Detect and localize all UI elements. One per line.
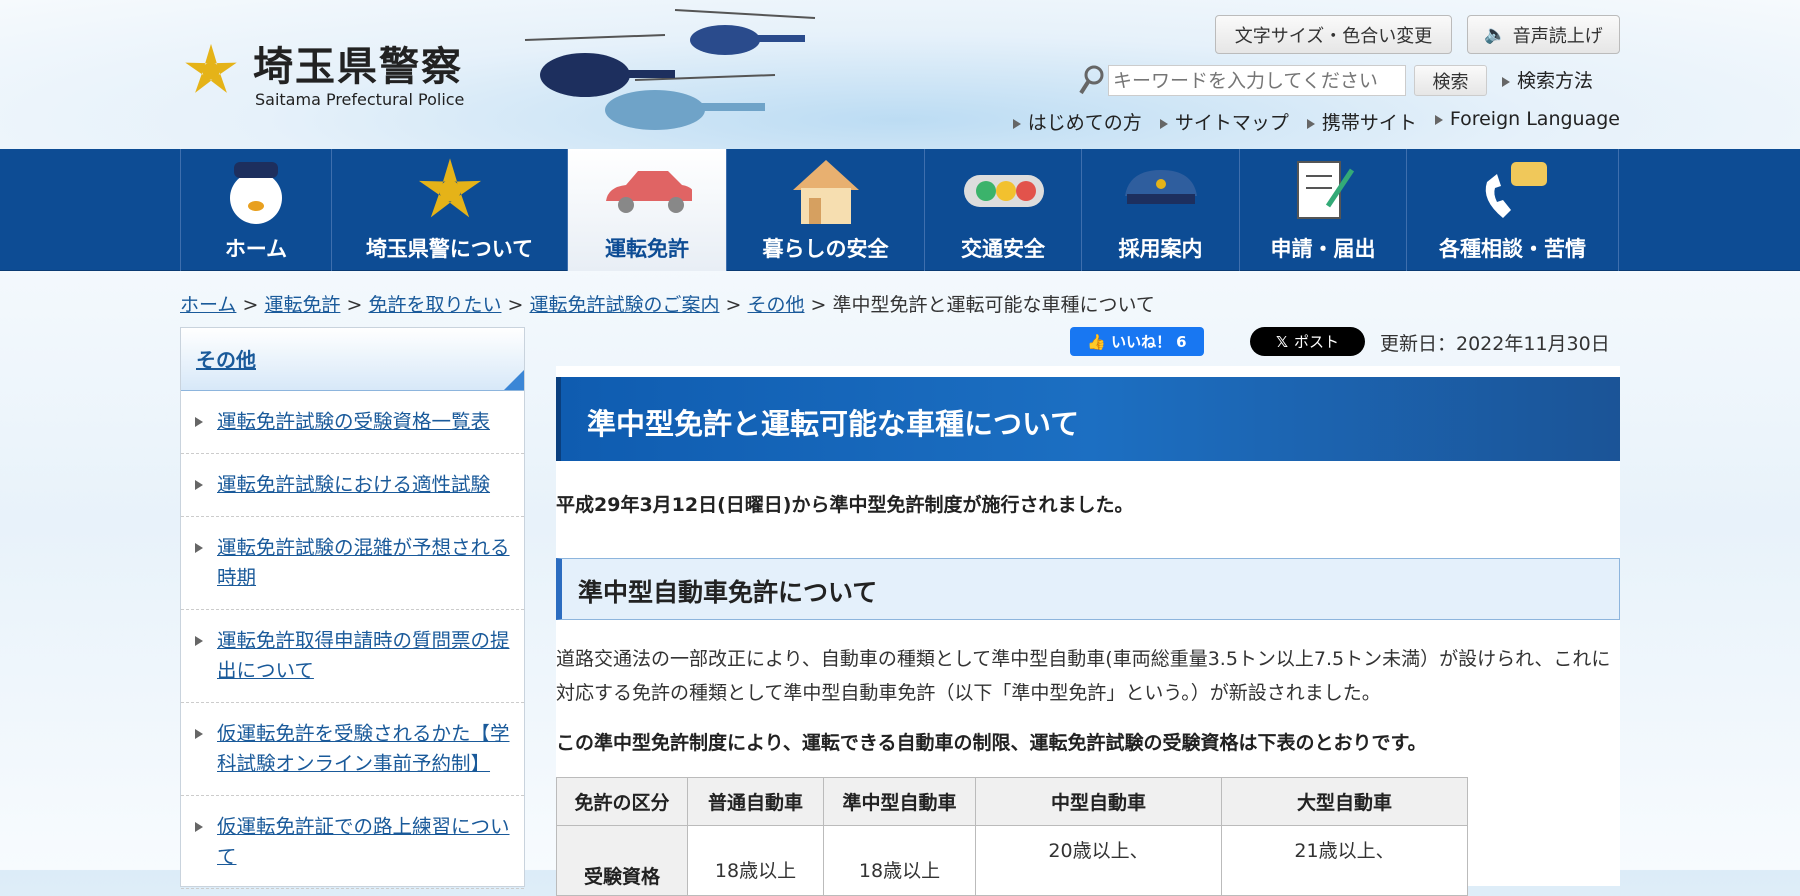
sidebar-link[interactable]: 仮運転免許を受験されるかた【学科試験オンライン事前予約制】: [217, 722, 510, 775]
breadcrumb-exam-guide[interactable]: 運転免許試験のご案内: [529, 294, 719, 316]
link-beginners[interactable]: はじめての方: [1012, 108, 1142, 135]
form-pen-icon: [1278, 155, 1368, 227]
table-header-row: 免許の区分 普通自動車 準中型自動車 中型自動車 大型自動車: [556, 777, 1468, 826]
arrow-icon: [195, 417, 203, 427]
nav-traffic-safety[interactable]: 交通安全: [924, 149, 1081, 271]
sidebar-item: 運転免許試験の混雑が予想される時期: [181, 517, 524, 610]
table-cell: 20歳以上、: [975, 825, 1222, 896]
read-aloud-button[interactable]: 🔈 音声読上げ: [1467, 15, 1620, 54]
helicopters-image: [524, 9, 816, 130]
table-row: 受験資格 18歳以上 18歳以上 20歳以上、 21歳以上、: [556, 825, 1468, 896]
arrow-icon: [195, 636, 203, 646]
arrow-icon: [1502, 76, 1510, 87]
x-logo-icon: 𝕏: [1275, 332, 1289, 351]
police-emblem-logo[interactable]: [182, 42, 240, 100]
sidebar-heading: その他: [181, 328, 524, 391]
breadcrumb-license[interactable]: 運転免許: [264, 294, 340, 316]
global-nav: ホーム 埼玉県警について 運転免許 暮らしの安全 交通安全 採用案内 申請・届出…: [0, 149, 1800, 271]
site-title[interactable]: 埼玉県警察: [253, 34, 463, 92]
body-paragraph: 道路交通法の一部改正により、自動車の種類として準中型自動車(車両総重量3.5トン…: [556, 648, 1611, 704]
arrow-icon: [1159, 118, 1168, 129]
link-mobile[interactable]: 携帯サイト: [1306, 108, 1417, 135]
table-header: 免許の区分: [556, 777, 688, 826]
search-button[interactable]: 検索: [1414, 65, 1487, 96]
link-sitemap[interactable]: サイトマップ: [1159, 108, 1289, 135]
police-cap-icon: [1116, 155, 1206, 227]
sidebar-link[interactable]: 運転免許試験の受験資格一覧表: [217, 410, 490, 433]
breadcrumb-get-license[interactable]: 免許を取りたい: [368, 294, 501, 316]
phone-chat-icon: [1468, 155, 1558, 227]
site-subtitle: Saitama Prefectural Police: [255, 90, 465, 109]
search-help-link[interactable]: 検索方法: [1502, 66, 1593, 93]
intro-text: 平成29年3月12日(日曜日)から準中型免許制度が施行されました。: [556, 494, 1134, 516]
updated-date: 更新日：2022年11月30日: [1380, 333, 1610, 355]
sidebar-link[interactable]: 運転免許取得申請時の質問票の提出について: [217, 629, 510, 682]
arrow-icon: [195, 729, 203, 739]
table-cell: 18歳以上: [687, 825, 824, 896]
table-cell: 18歳以上: [823, 825, 976, 896]
car-icon: [602, 155, 692, 227]
page-title: 準中型免許と運転可能な車種について: [556, 377, 1620, 461]
arrow-icon: [195, 480, 203, 490]
table-header: 中型自動車: [975, 777, 1222, 826]
link-foreign-language[interactable]: Foreign Language: [1434, 108, 1620, 135]
arrow-icon: [1012, 118, 1021, 129]
nav-recruitment[interactable]: 採用案内: [1081, 149, 1239, 271]
table-header: 準中型自動車: [823, 777, 976, 826]
breadcrumb-other[interactable]: その他: [747, 294, 804, 316]
section-heading: 準中型自動車免許について: [556, 558, 1620, 620]
thumbs-up-icon: 👍: [1087, 332, 1107, 351]
nav-consultation[interactable]: 各種相談・苦情: [1406, 149, 1619, 271]
table-header: 大型自動車: [1221, 777, 1468, 826]
nav-home[interactable]: ホーム: [180, 149, 331, 271]
table-row-header: 受験資格: [556, 825, 688, 896]
mascot-icon: [211, 155, 301, 227]
breadcrumb-current: 準中型免許と運転可能な車種について: [832, 294, 1155, 316]
sidebar-link[interactable]: 仮運転免許証での路上練習について: [217, 815, 510, 868]
nav-applications[interactable]: 申請・届出: [1239, 149, 1406, 271]
license-table: 免許の区分 普通自動車 準中型自動車 中型自動車 大型自動車 受験資格 18歳以…: [556, 777, 1468, 896]
breadcrumb: ホーム > 運転免許 > 免許を取りたい > 運転免許試験のご案内 > その他 …: [180, 294, 1155, 316]
table-header: 普通自動車: [687, 777, 824, 826]
corner-decoration: [504, 370, 524, 390]
sidebar-item: 仮運転免許証での路上練習について: [181, 796, 524, 889]
sidebar-item: 運転免許試験における適性試験: [181, 454, 524, 517]
utility-links: はじめての方 サイトマップ 携帯サイト Foreign Language: [1012, 108, 1620, 135]
sidebar-link[interactable]: 運転免許試験の混雑が予想される時期: [217, 536, 510, 589]
breadcrumb-home[interactable]: ホーム: [180, 294, 236, 316]
table-intro: この準中型免許制度により、運転できる自動車の制限、運転免許試験の受験資格は下表の…: [556, 732, 1427, 754]
search-icon: [1079, 65, 1104, 95]
speaker-icon: 🔈: [1484, 24, 1507, 45]
sidebar-heading-link[interactable]: その他: [196, 348, 256, 372]
search-input[interactable]: [1108, 65, 1406, 96]
sidebar-item: 仮運転免許を受験されるかた【学科試験オンライン事前予約制】: [181, 703, 524, 796]
nav-life-safety[interactable]: 暮らしの安全: [726, 149, 924, 271]
arrow-icon: [1306, 118, 1315, 129]
arrow-icon: [195, 822, 203, 832]
facebook-like-button[interactable]: 👍 いいね！ 6: [1070, 327, 1204, 356]
table-cell: 21歳以上、: [1221, 825, 1468, 896]
arrow-icon: [195, 543, 203, 553]
nav-about[interactable]: 埼玉県警について: [331, 149, 567, 271]
police-emblem-icon: [405, 155, 495, 227]
sidebar-item: 運転免許取得申請時の質問票の提出について: [181, 610, 524, 703]
x-post-button[interactable]: 𝕏 ポスト: [1250, 327, 1365, 356]
text-size-color-button[interactable]: 文字サイズ・色合い変更: [1215, 15, 1452, 54]
sidebar-menu: その他 運転免許試験の受験資格一覧表 運転免許試験における適性試験 運転免許試験…: [180, 327, 525, 889]
traffic-light-icon: [958, 155, 1048, 227]
like-count: 6: [1176, 332, 1187, 351]
house-icon: [781, 155, 871, 227]
sidebar-item: 運転免許試験の受験資格一覧表: [181, 391, 524, 454]
nav-drivers-license[interactable]: 運転免許: [567, 149, 726, 271]
sidebar-link[interactable]: 運転免許試験における適性試験: [217, 473, 490, 496]
arrow-icon: [1434, 114, 1443, 125]
